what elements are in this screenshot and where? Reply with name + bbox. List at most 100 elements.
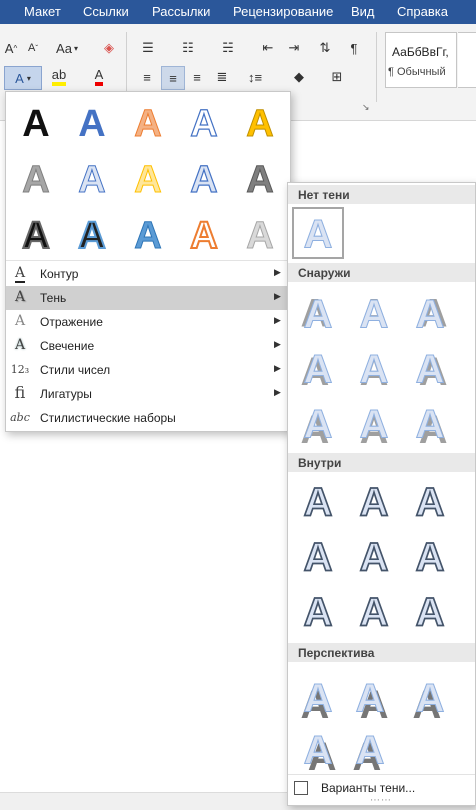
font-color-icon[interactable]: A <box>84 66 114 88</box>
style-normal[interactable]: АаБбВвГг, ¶ Обычный <box>385 32 457 88</box>
shadow-preset[interactable]: AA <box>344 723 396 775</box>
text-effect-preset[interactable]: A <box>120 94 176 150</box>
text-effect-preset[interactable]: A <box>176 94 232 150</box>
show-formatting-marks-icon[interactable]: ¶ <box>345 37 363 59</box>
tab-view[interactable]: Вид <box>351 4 375 19</box>
align-left-icon[interactable]: ≡ <box>136 66 158 88</box>
menu-divider <box>288 774 475 775</box>
section-header-outer: Снаружи <box>288 263 475 282</box>
menu-item-outline[interactable]: A Контур ▶ <box>6 262 290 286</box>
shadow-preset[interactable]: AA <box>292 397 344 449</box>
change-case-label: Aa <box>56 40 72 56</box>
number-styles-icon: 12₃ <box>10 363 30 376</box>
paragraph-dialog-launcher-icon[interactable]: ↘ <box>362 102 370 113</box>
align-right-icon[interactable]: ≡ <box>186 66 208 88</box>
change-case-button[interactable]: Aa ▾ <box>52 37 82 59</box>
align-center-icon[interactable]: ≡ <box>161 66 185 90</box>
highlight-color-icon[interactable]: ab <box>44 66 74 88</box>
text-effect-preset[interactable]: A <box>120 206 176 262</box>
shadow-preset[interactable]: AA <box>292 287 344 339</box>
shadow-preset[interactable]: A <box>404 475 456 527</box>
menu-item-ligatures[interactable]: fi Лигатуры ▶ <box>6 382 290 406</box>
menu-item-glow[interactable]: A Свечение ▶ <box>6 334 290 358</box>
clear-formatting-icon[interactable]: ◈ <box>98 37 120 59</box>
svg-text:A: A <box>78 103 105 145</box>
shrink-font-icon[interactable]: Aˇ <box>24 37 42 59</box>
tab-help[interactable]: Справка <box>397 4 448 19</box>
submenu-arrow-icon: ▶ <box>274 339 281 349</box>
shadow-preset[interactable]: AA <box>404 671 456 723</box>
shadow-preset[interactable]: A <box>348 585 400 637</box>
text-effect-preset[interactable]: A <box>176 150 232 206</box>
menu-item-reflection[interactable]: A Отражение ▶ <box>6 310 290 334</box>
shadow-preset[interactable]: A <box>404 585 456 637</box>
shadow-preset[interactable]: AA <box>348 287 400 339</box>
numbering-icon[interactable]: ☷ <box>176 37 200 59</box>
text-effect-preset[interactable]: A <box>232 94 288 150</box>
shadow-submenu: Нет тени Снаружи Внутри Перспектива AAAA… <box>287 182 476 806</box>
text-effect-preset[interactable]: A <box>232 150 288 206</box>
shadow-preset[interactable]: AA <box>292 342 344 394</box>
shadow-preset[interactable]: AA <box>404 287 456 339</box>
text-effect-preset[interactable]: A <box>8 206 64 262</box>
text-effect-preset[interactable]: A <box>8 150 64 206</box>
shadow-preset[interactable]: AA <box>404 342 456 394</box>
text-effect-preset[interactable]: A <box>176 206 232 262</box>
bullets-icon[interactable]: ☰ <box>136 37 160 59</box>
section-header-no-shadow: Нет тени <box>288 185 475 204</box>
text-effect-preset[interactable]: A <box>8 94 64 150</box>
submenu-arrow-icon: ▶ <box>274 267 281 277</box>
shadow-preset[interactable]: AA <box>348 397 400 449</box>
svg-text:A: A <box>416 481 445 522</box>
justify-icon[interactable]: ≣ <box>211 66 233 88</box>
text-effect-preset[interactable]: A <box>120 150 176 206</box>
ligatures-icon: fi <box>14 383 26 402</box>
shadow-options-checkbox[interactable] <box>294 781 308 795</box>
increase-indent-icon[interactable]: ⇥ <box>284 37 304 59</box>
next-style-button[interactable] <box>458 32 476 88</box>
shadow-preset[interactable]: AA <box>348 342 400 394</box>
svg-text:A: A <box>246 159 273 201</box>
stylistic-sets-icon: abc <box>10 411 30 424</box>
line-spacing-icon[interactable]: ↕≡ <box>240 66 270 88</box>
shadow-preset[interactable]: AA <box>292 671 344 723</box>
grow-font-icon[interactable]: A ^ <box>2 37 20 59</box>
decrease-indent-icon[interactable]: ⇤ <box>258 37 278 59</box>
menu-item-stylistic-sets[interactable]: abc Стилистические наборы <box>6 406 290 430</box>
shadow-preset[interactable]: A <box>292 475 344 527</box>
text-effect-preset[interactable]: A <box>64 94 120 150</box>
shadow-preset[interactable]: A <box>404 530 456 582</box>
sort-icon[interactable]: ⇅ <box>315 37 335 59</box>
shading-icon[interactable]: ◆ <box>284 66 314 88</box>
borders-icon[interactable]: ⊞ <box>322 66 352 88</box>
glow-icon: A <box>14 337 26 353</box>
text-effect-preset[interactable]: A <box>64 206 120 262</box>
tab-references[interactable]: Ссылки <box>83 4 129 19</box>
multilevel-list-icon[interactable]: ☵ <box>214 37 242 59</box>
svg-text:A: A <box>304 293 333 334</box>
shadow-preset[interactable]: A <box>348 475 400 527</box>
svg-text:A: A <box>416 293 445 334</box>
menu-item-number-styles[interactable]: 12₃ Стили чисел ▶ <box>6 358 290 382</box>
menu-divider <box>6 260 290 261</box>
tab-review[interactable]: Рецензирование <box>233 4 333 19</box>
svg-text:A: A <box>246 103 273 145</box>
shadow-preset[interactable]: AA <box>344 671 396 723</box>
shadow-preset[interactable]: AA <box>292 723 344 775</box>
shadow-preset[interactable]: A <box>348 530 400 582</box>
shadow-preset[interactable]: AA <box>404 397 456 449</box>
resize-grip-icon[interactable]: ⋯⋯ <box>370 795 392 806</box>
menu-item-shadow[interactable]: A Тень ▶ <box>6 286 290 310</box>
tab-mailings[interactable]: Рассылки <box>152 4 210 19</box>
text-effect-preset[interactable]: A <box>64 150 120 206</box>
section-title: Перспектива <box>298 646 375 660</box>
shadow-options-link[interactable]: Варианты тени... <box>321 781 415 795</box>
tab-layout[interactable]: Макет <box>24 4 61 19</box>
text-effects-button[interactable]: A ▾ <box>4 66 42 90</box>
svg-text:A: A <box>304 403 333 444</box>
ribbon-tab-bar: Макет Ссылки Рассылки Рецензирование Вид… <box>0 0 476 24</box>
shadow-preset[interactable]: A <box>292 585 344 637</box>
text-effect-preset[interactable]: A <box>232 206 288 262</box>
shadow-preset[interactable]: A <box>292 207 344 259</box>
shadow-preset[interactable]: A <box>292 530 344 582</box>
